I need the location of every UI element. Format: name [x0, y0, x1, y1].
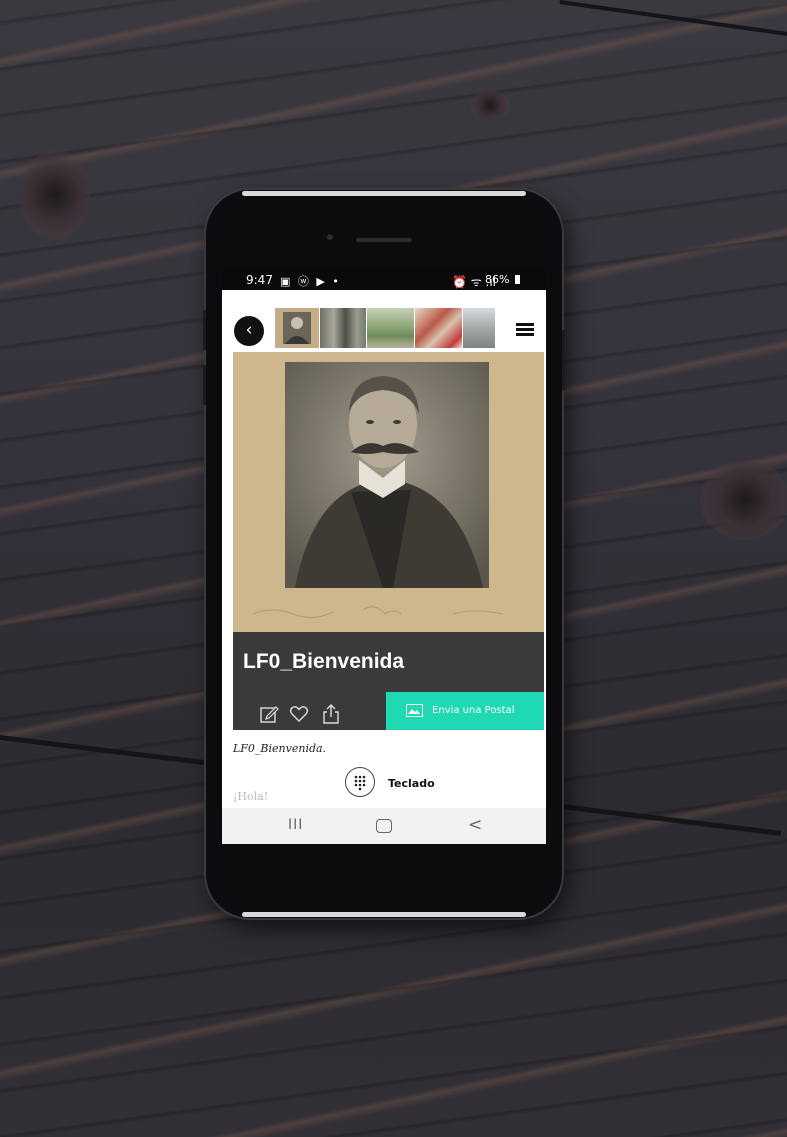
battery-level: 86% — [485, 273, 520, 286]
navigation-bar: III < — [222, 808, 546, 844]
back-button[interactable]: ‹ — [234, 316, 264, 346]
thumbnail-interior[interactable] — [320, 308, 366, 348]
status-bar: 9:47 ▣ ⓦ ▶ • ⏰ ᯤ .ıl 86% — [222, 270, 546, 290]
image-icon — [406, 704, 423, 717]
info-bar: LF0_Bienvenida Envia una Postal — [233, 632, 544, 730]
thumbnail-portrait[interactable] — [275, 308, 319, 348]
portrait-thumb-image — [283, 312, 311, 344]
wood-knot — [700, 460, 787, 540]
front-camera — [327, 234, 333, 240]
home-button[interactable] — [376, 819, 392, 833]
send-postcard-button[interactable]: Envia una Postal — [386, 692, 544, 730]
side-button — [203, 365, 206, 405]
earpiece — [356, 238, 412, 242]
share-icon[interactable] — [321, 704, 341, 724]
thumbnail-building[interactable] — [463, 308, 495, 348]
edit-icon[interactable] — [259, 704, 279, 724]
greeting-text: ¡Hola! — [233, 790, 269, 803]
thumbnail-garden[interactable] — [367, 308, 414, 348]
heart-icon[interactable] — [289, 704, 309, 724]
portrait-image — [233, 352, 544, 632]
wood-knot — [20, 150, 90, 240]
top-bar: ‹ — [222, 290, 546, 352]
phone-rim — [242, 191, 526, 196]
description-text: LF0_Bienvenida. — [233, 742, 327, 755]
nav-back-button[interactable]: < — [468, 815, 482, 835]
battery-icon — [515, 275, 520, 284]
keypad-label: Teclado — [388, 777, 435, 790]
status-time: 9:47 — [246, 273, 273, 287]
keypad-icon — [354, 775, 366, 791]
wood-knot — [470, 90, 510, 120]
notification-icons: ▣ ⓦ ▶ • — [280, 275, 341, 288]
phone-rim — [242, 912, 526, 917]
thumbnail-room[interactable] — [415, 308, 462, 348]
phone-screen: 9:47 ▣ ⓦ ▶ • ⏰ ᯤ .ıl 86% ‹ LF0_Bienvenid… — [222, 270, 546, 844]
side-button — [562, 330, 565, 390]
send-postcard-label: Envia una Postal — [432, 705, 515, 716]
keypad-button[interactable] — [345, 767, 375, 797]
side-button — [203, 310, 206, 350]
list-menu-icon[interactable] — [516, 323, 534, 337]
main-photo — [233, 352, 544, 632]
recent-apps-button[interactable]: III — [288, 817, 303, 833]
description-area: LF0_Bienvenida. ¡Hola! Teclado — [222, 730, 546, 808]
page-title: LF0_Bienvenida — [243, 650, 405, 673]
